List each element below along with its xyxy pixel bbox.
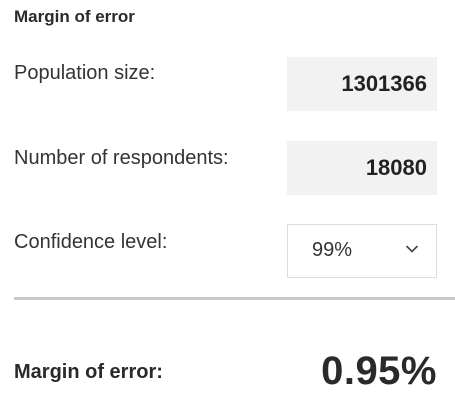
divider xyxy=(14,297,455,300)
population-size-input[interactable] xyxy=(287,57,437,111)
population-size-label: Population size: xyxy=(14,62,156,84)
calculator-title: Margin of error xyxy=(14,7,135,26)
confidence-level-select[interactable]: 99% xyxy=(287,224,437,278)
margin-of-error-result-value: 0.95% xyxy=(321,349,437,393)
margin-of-error-result-label: Margin of error: xyxy=(14,361,163,383)
respondents-label: Number of respondents: xyxy=(14,147,229,169)
confidence-level-label: Confidence level: xyxy=(14,231,168,253)
confidence-level-value: 99% xyxy=(312,239,353,261)
chevron-down-icon xyxy=(406,245,418,253)
respondents-input[interactable] xyxy=(287,141,437,195)
